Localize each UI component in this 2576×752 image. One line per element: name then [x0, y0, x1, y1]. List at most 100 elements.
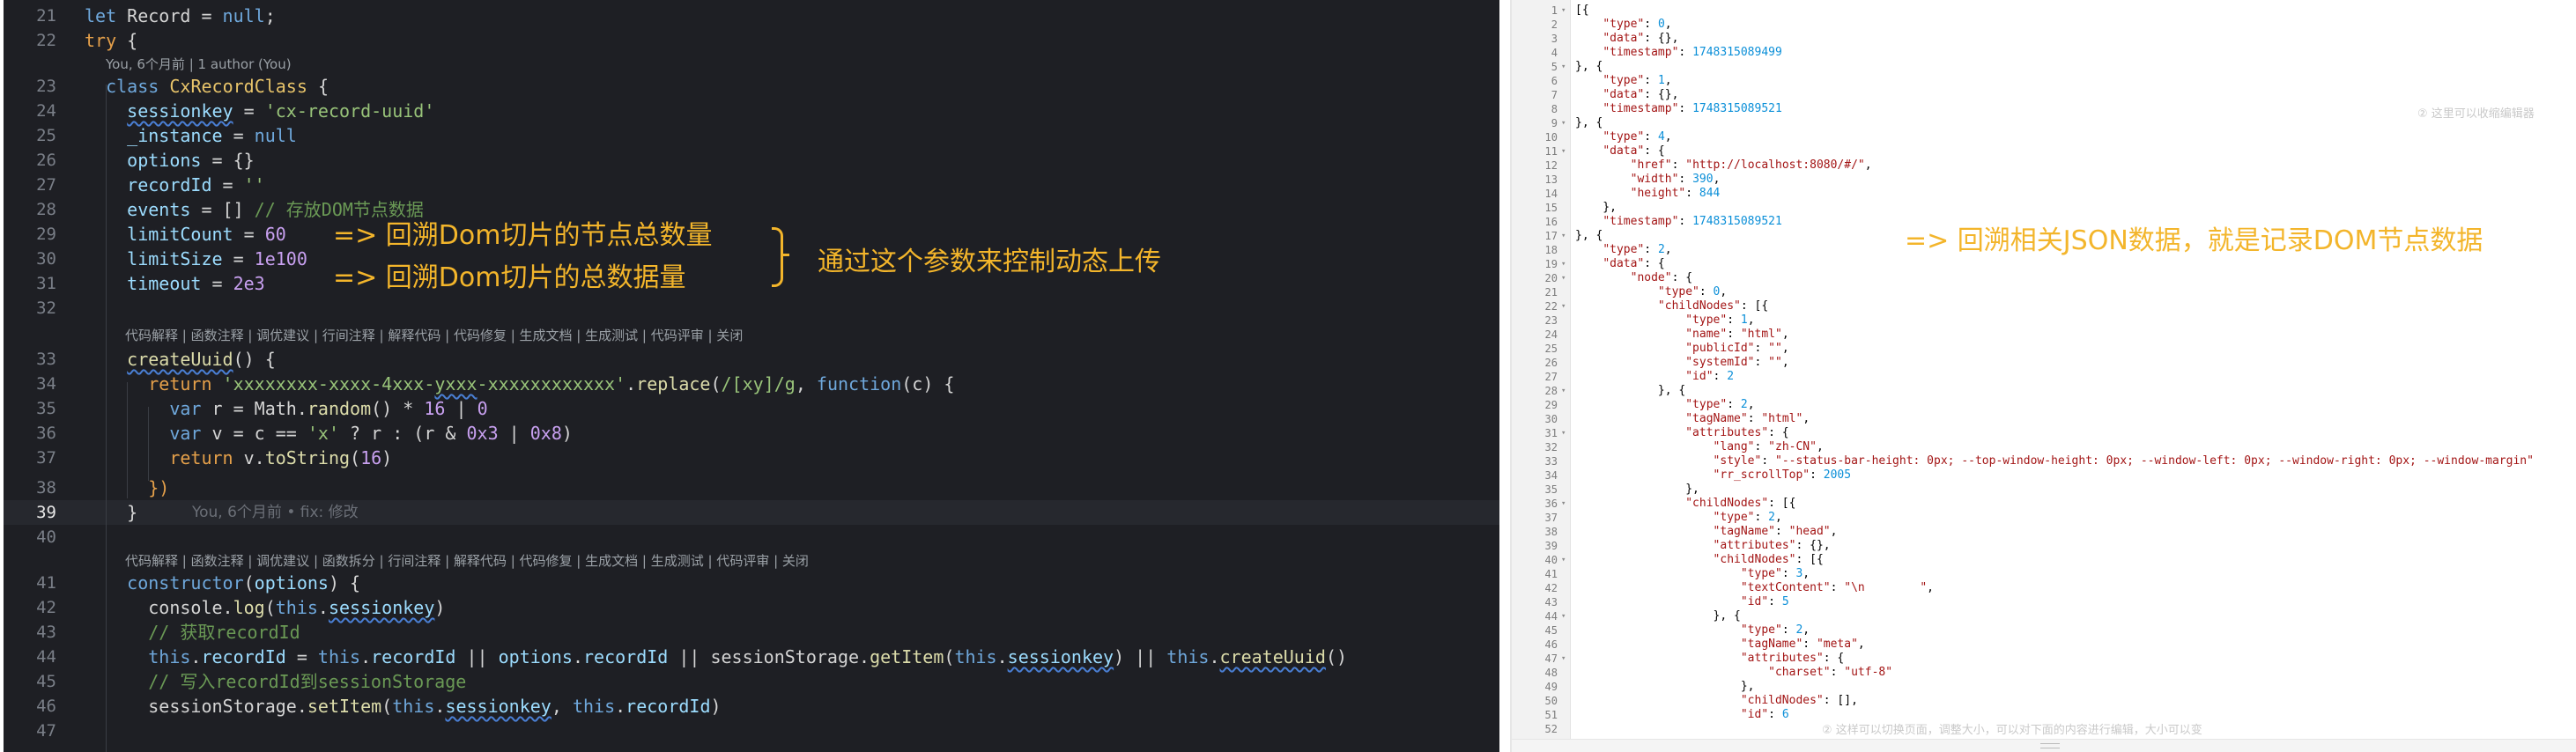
annotation-brace-tip: [781, 254, 789, 256]
json-line[interactable]: "type": 4,: [1575, 130, 1671, 144]
code-line[interactable]: _instance = null: [85, 123, 297, 148]
fold-arrow-icon[interactable]: ▾: [1561, 116, 1566, 130]
json-line[interactable]: "id": 2: [1575, 370, 1734, 384]
fold-arrow-icon[interactable]: ▾: [1561, 229, 1566, 243]
json-line[interactable]: }, {: [1575, 116, 1603, 130]
json-line[interactable]: "publicId": "",: [1575, 342, 1788, 356]
ai-codelens[interactable]: 代码解释 | 函数注释 | 调优建议 | 函数拆分 | 行间注释 | 解释代码 …: [125, 551, 809, 570]
json-line[interactable]: "style": "--status-bar-height: 0px; --to…: [1575, 454, 2534, 468]
fold-arrow-icon[interactable]: ▾: [1561, 652, 1566, 666]
json-line[interactable]: "attributes": {: [1575, 426, 1788, 440]
fold-arrow-icon[interactable]: ▾: [1561, 257, 1566, 271]
code-line[interactable]: var r = Math.random() * 16 | 0: [85, 396, 487, 421]
code-line[interactable]: limitCount = 60: [85, 222, 286, 247]
code-line[interactable]: this.recordId = this.recordId || options…: [85, 645, 1347, 669]
json-line[interactable]: "timestamp": 1748315089521: [1575, 102, 1782, 116]
json-line[interactable]: },: [1575, 680, 1755, 694]
json-line[interactable]: }, {: [1575, 384, 1685, 398]
json-line-number: 14: [1544, 188, 1558, 200]
code-line[interactable]: var v = c == 'x' ? r : (r & 0x3 | 0x8): [85, 421, 573, 446]
json-line-number: 24: [1544, 328, 1558, 341]
code-line[interactable]: try {: [85, 28, 137, 53]
code-editor[interactable]: 21 22 23 24 25 26 27 28 29 30 31 32 33 3…: [4, 0, 1499, 752]
json-line[interactable]: "data": {: [1575, 144, 1664, 159]
json-line[interactable]: "type": 2,: [1575, 243, 1671, 257]
json-line-number: 41: [1544, 568, 1558, 580]
fold-arrow-icon[interactable]: ▾: [1561, 426, 1566, 440]
code-line[interactable]: class CxRecordClass {: [85, 74, 329, 99]
json-line[interactable]: "data": {},: [1575, 32, 1678, 46]
json-line[interactable]: "href": "http://localhost:8080/#/",: [1575, 159, 1872, 173]
fold-arrow-icon[interactable]: ▾: [1561, 609, 1566, 623]
code-line[interactable]: timeout = 2e3: [85, 271, 265, 296]
json-line[interactable]: "timestamp": 1748315089521: [1575, 215, 1782, 229]
fold-arrow-icon[interactable]: ▾: [1561, 4, 1566, 18]
code-line[interactable]: return v.toString(16): [85, 446, 392, 470]
code-line[interactable]: let Record = null;: [85, 4, 276, 28]
json-line-number: 4: [1551, 47, 1558, 59]
json-line[interactable]: },: [1575, 201, 1617, 215]
code-line[interactable]: }): [85, 476, 169, 500]
json-line[interactable]: "data": {: [1575, 257, 1664, 271]
code-line[interactable]: recordId = '': [85, 173, 265, 197]
json-line[interactable]: "type": 2,: [1575, 511, 1782, 525]
json-line[interactable]: "type": 0,: [1575, 18, 1671, 32]
code-line[interactable]: createUuid() {: [85, 347, 276, 372]
json-viewer[interactable]: 1 ▾[{2 "type": 0, 3 "data": {}, 4 "timestam…: [1510, 0, 2576, 752]
json-line[interactable]: "type": 3,: [1575, 567, 1810, 581]
fold-arrow-icon[interactable]: ▾: [1561, 497, 1566, 511]
code-line[interactable]: sessionkey = 'cx-record-uuid': [85, 99, 434, 123]
code-line[interactable]: return 'xxxxxxxx-xxxx-4xxx-yxxx-xxxxxxxx…: [85, 372, 954, 396]
json-line[interactable]: }, {: [1575, 229, 1603, 243]
json-line[interactable]: "tagName": "html",: [1575, 412, 1810, 426]
json-line[interactable]: "timestamp": 1748315089499: [1575, 46, 1782, 60]
json-line[interactable]: "rr_scrollTop": 2005: [1575, 468, 1852, 483]
json-line[interactable]: }, {: [1575, 609, 1741, 623]
fold-arrow-icon[interactable]: ▾: [1561, 271, 1566, 285]
json-line[interactable]: "attributes": {},: [1575, 539, 1831, 553]
json-line[interactable]: "childNodes": [{: [1575, 299, 1768, 313]
code-line[interactable]: // 获取recordId: [85, 620, 300, 645]
json-line[interactable]: "textContent": "\n ",: [1575, 581, 1934, 595]
json-line[interactable]: "charset": "utf-8": [1575, 666, 1892, 680]
json-line[interactable]: "systemId": "",: [1575, 356, 1788, 370]
json-line[interactable]: "lang": "zh-CN",: [1575, 440, 1824, 454]
code-line[interactable]: constructor(options) {: [85, 571, 360, 595]
code-line[interactable]: limitSize = 1e100: [85, 247, 307, 271]
code-line[interactable]: console.log(this.sessionkey): [85, 595, 445, 620]
json-line[interactable]: "node": {: [1575, 271, 1692, 285]
json-line[interactable]: "type": 2,: [1575, 398, 1754, 412]
json-line[interactable]: "height": 844: [1575, 187, 1721, 201]
code-line[interactable]: // 写入recordId到sessionStorage: [85, 669, 466, 694]
json-line[interactable]: "childNodes": [{: [1575, 553, 1824, 567]
json-line[interactable]: "type": 1,: [1575, 313, 1754, 328]
ai-codelens[interactable]: 代码解释 | 函数注释 | 调优建议 | 行间注释 | 解释代码 | 代码修复 …: [125, 326, 743, 344]
fold-arrow-icon[interactable]: ▾: [1561, 60, 1566, 74]
json-line[interactable]: "tagName": "head",: [1575, 525, 1838, 539]
fold-arrow-icon[interactable]: ▾: [1561, 144, 1566, 159]
code-line[interactable]: options = {}: [85, 148, 255, 173]
splitter-grip-icon[interactable]: [2040, 743, 2060, 748]
json-line[interactable]: "tagName": "meta",: [1575, 638, 1865, 652]
fold-arrow-icon[interactable]: ▾: [1561, 384, 1566, 398]
code-line[interactable]: sessionStorage.setItem(this.sessionkey, …: [85, 694, 721, 719]
json-line[interactable]: },: [1575, 483, 1699, 497]
json-line[interactable]: "width": 390,: [1575, 173, 1721, 187]
json-line[interactable]: "type": 2,: [1575, 623, 1810, 638]
json-line[interactable]: "id": 5: [1575, 595, 1789, 609]
json-line[interactable]: "childNodes": [],: [1575, 694, 1858, 708]
fold-arrow-icon[interactable]: ▾: [1561, 299, 1566, 313]
json-line[interactable]: "name": "html",: [1575, 328, 1788, 342]
json-line[interactable]: }, {: [1575, 60, 1603, 74]
json-line[interactable]: "type": 0,: [1575, 285, 1727, 299]
json-line[interactable]: "childNodes": [{: [1575, 497, 1795, 511]
json-line[interactable]: [{: [1575, 4, 1589, 18]
json-line[interactable]: "id": 6: [1575, 708, 1789, 722]
json-line[interactable]: "data": {},: [1575, 88, 1678, 102]
code-line[interactable]: }: [85, 500, 137, 525]
git-blame-lens[interactable]: You, 6个月前 | 1 author (You): [106, 55, 292, 73]
fold-arrow-icon[interactable]: ▾: [1561, 553, 1566, 567]
json-line[interactable]: "type": 1,: [1575, 74, 1671, 88]
json-line[interactable]: "attributes": {: [1575, 652, 1844, 666]
resize-splitter[interactable]: [1512, 739, 2576, 752]
